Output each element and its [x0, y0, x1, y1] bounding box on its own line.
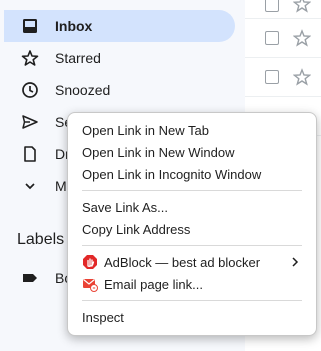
email-link-icon [83, 279, 98, 292]
sidebar-item-label: Starred [55, 50, 101, 66]
star-icon[interactable] [293, 68, 311, 86]
star-icon [21, 50, 39, 66]
menu-item-open-new-window[interactable]: Open Link in New Window [68, 141, 316, 163]
inbox-icon [23, 19, 37, 33]
mail-row[interactable] [245, 58, 321, 97]
sidebar-item-label: Snoozed [55, 82, 111, 98]
sidebar-item-starred[interactable]: Starred [4, 42, 235, 74]
row-checkbox[interactable] [265, 31, 279, 45]
chevron-down-icon [25, 183, 35, 190]
menu-item-adblock[interactable]: AdBlock — best ad blocker [68, 251, 316, 273]
mail-row[interactable] [245, 0, 321, 19]
menu-item-label: AdBlock — best ad blocker [104, 255, 261, 270]
sidebar-item-snoozed[interactable]: Snoozed [4, 74, 235, 106]
menu-item-label: Copy Link Address [82, 222, 191, 237]
clock-icon [22, 82, 38, 98]
menu-item-label: Open Link in Incognito Window [82, 167, 262, 182]
menu-item-open-new-tab[interactable]: Open Link in New Tab [68, 119, 316, 141]
menu-item-save-link[interactable]: Save Link As... [68, 196, 316, 218]
draft-icon [24, 146, 36, 162]
star-icon[interactable] [293, 0, 311, 13]
menu-item-label: Open Link in New Window [82, 145, 235, 160]
menu-separator [82, 300, 302, 301]
menu-separator [82, 190, 302, 191]
mail-row[interactable] [245, 19, 321, 58]
chevron-right-icon [292, 257, 299, 267]
menu-item-label: Open Link in New Tab [82, 123, 209, 138]
menu-item-inspect[interactable]: Inspect [68, 306, 316, 328]
row-checkbox[interactable] [265, 70, 279, 84]
labels-heading: Labels [17, 231, 65, 248]
menu-item-open-incognito[interactable]: Open Link in Incognito Window [68, 163, 316, 185]
adblock-icon [83, 255, 97, 269]
menu-item-copy-link[interactable]: Copy Link Address [68, 218, 316, 240]
row-checkbox[interactable] [265, 0, 279, 12]
menu-item-label: Inspect [82, 310, 124, 325]
menu-item-label: Email page link... [104, 277, 203, 292]
menu-item-email-page-link[interactable]: Email page link... [68, 273, 316, 295]
sidebar-item-inbox[interactable]: Inbox [4, 10, 235, 42]
send-icon [22, 115, 38, 129]
menu-separator [82, 245, 302, 246]
menu-item-label: Save Link As... [82, 200, 168, 215]
context-menu: Open Link in New Tab Open Link in New Wi… [67, 112, 317, 336]
sidebar-item-label: Inbox [55, 18, 93, 34]
star-icon[interactable] [293, 29, 311, 47]
label-tag-icon [23, 274, 37, 282]
